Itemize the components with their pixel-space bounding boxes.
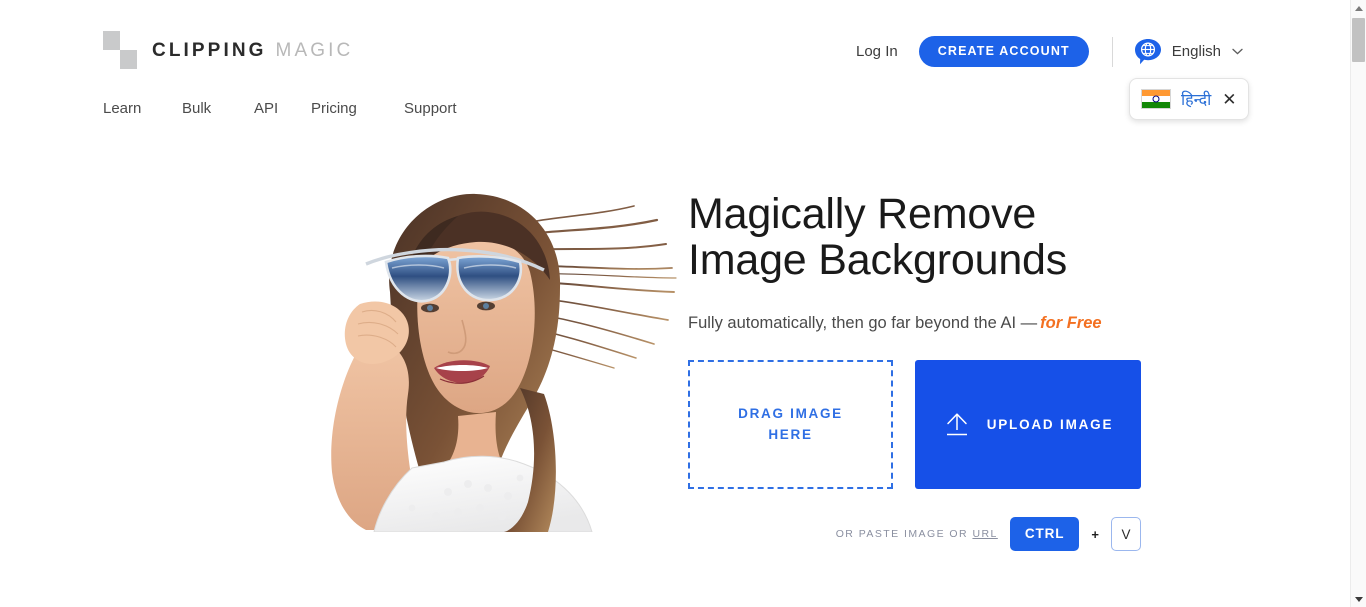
paste-url-link[interactable]: URL (972, 528, 997, 540)
hero-subtitle-accent: for Free (1040, 314, 1102, 333)
upload-image-button[interactable]: UPLOAD IMAGE (915, 360, 1141, 490)
page-title: Magically Remove Image Backgrounds (688, 190, 1068, 284)
login-link[interactable]: Log In (856, 43, 898, 60)
nav-item-bulk[interactable]: Bulk (182, 100, 254, 117)
chevron-down-icon (1232, 46, 1243, 58)
hero-subtitle: Fully automatically, then go far beyond … (688, 314, 1208, 333)
checkerboard-icon (103, 31, 137, 69)
header-divider (1111, 36, 1113, 67)
page-root: CLIPPING MAGIC Learn Bulk API Pricing Sup… (0, 0, 1366, 607)
paste-hint-text: OR PASTE IMAGE OR URL (836, 528, 998, 540)
paste-hint-row: OR PASTE IMAGE OR URL CTRL + V (688, 517, 1141, 552)
ctrl-key-button[interactable]: CTRL (1009, 517, 1080, 552)
nav-item-learn[interactable]: Learn (103, 100, 182, 117)
hindi-language-link[interactable]: हिन्दी (1181, 88, 1211, 110)
header-actions: Log In CREATE ACCOUNT English (856, 36, 1243, 67)
v-key-button[interactable]: V (1111, 517, 1141, 552)
hero-subtitle-plain: Fully automatically, then go far beyond … (688, 314, 1038, 333)
globe-speech-bubble-icon (1133, 37, 1163, 67)
scroll-down-arrow-icon[interactable] (1351, 591, 1366, 607)
brand-name-bold: CLIPPING (152, 39, 267, 61)
brand-name-light: MAGIC (275, 39, 354, 61)
nav-item-support[interactable]: Support (404, 100, 457, 117)
upload-arrow-icon (943, 411, 971, 439)
nav-item-api[interactable]: API (254, 100, 311, 117)
upload-image-label: UPLOAD IMAGE (986, 417, 1114, 433)
create-account-button[interactable]: CREATE ACCOUNT (918, 36, 1089, 67)
drag-image-label: DRAG IMAGE HERE (738, 405, 843, 442)
hero-photo (262, 172, 678, 533)
cta-row: DRAG IMAGE HERE UPLOAD IMAGE (688, 360, 1208, 490)
main-navigation: Learn Bulk API Pricing Support (103, 100, 457, 117)
close-icon[interactable]: ✕ (1221, 91, 1237, 108)
scroll-up-arrow-icon[interactable] (1351, 0, 1366, 16)
language-label: English (1171, 43, 1221, 60)
vertical-scrollbar[interactable] (1350, 0, 1366, 607)
paste-hint-prefix: OR PASTE IMAGE OR (835, 528, 973, 541)
drag-image-dropzone[interactable]: DRAG IMAGE HERE (688, 360, 893, 490)
hero-content: Magically Remove Image Backgrounds Fully… (688, 190, 1208, 552)
brand-wordmark: CLIPPING MAGIC (152, 41, 353, 60)
brand-logo[interactable]: CLIPPING MAGIC (103, 31, 353, 69)
india-flag-icon (1141, 89, 1171, 109)
language-selector[interactable]: English (1133, 37, 1243, 67)
language-suggestion-popup[interactable]: हिन्दी ✕ (1129, 78, 1250, 120)
plus-sign: + (1091, 526, 1099, 542)
scrollbar-thumb[interactable] (1352, 18, 1365, 62)
nav-item-pricing[interactable]: Pricing (311, 100, 404, 117)
